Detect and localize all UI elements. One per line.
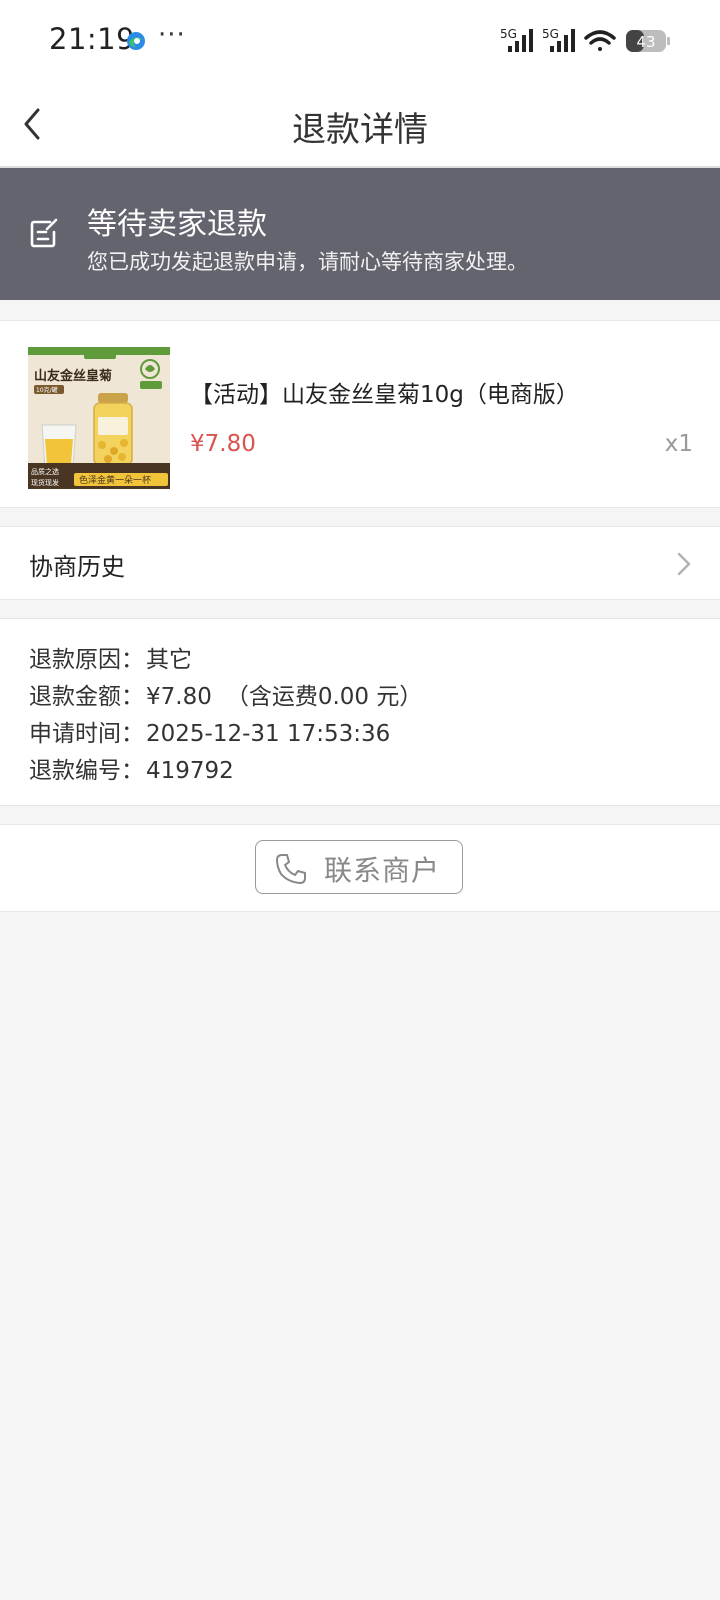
apply-time-label: 申请时间： <box>29 721 144 747</box>
edit-document-icon <box>30 218 58 248</box>
refund-reason-row: 退款原因：其它 <box>29 640 192 674</box>
product-price: ¥7.80 <box>190 431 256 457</box>
contact-merchant-label: 联系商户 <box>324 854 441 887</box>
product-quantity: x1 <box>664 431 693 457</box>
apply-time-row: 申请时间：2025-12-31 17:53:36 <box>29 714 390 748</box>
product-image-brand: 山友金丝皇菊 <box>34 368 112 384</box>
refund-info-card: 退款原因：其它 退款金额：¥7.80 （含运费0.00 元） 申请时间：2025-… <box>0 618 720 806</box>
apply-time-value: 2025-12-31 17:53:36 <box>146 721 391 747</box>
product-image: 山友金丝皇菊 10克/罐 品质之选 现货现发 色泽金黄一朵一杯 <box>28 347 170 489</box>
contact-merchant-button[interactable]: 联系商户 <box>255 840 463 894</box>
refund-amount-row: 退款金额：¥7.80 （含运费0.00 元） <box>29 677 422 711</box>
status-time: 21:19 <box>49 22 136 56</box>
refund-reason-value: 其它 <box>146 647 192 673</box>
status-subtitle: 您已成功发起退款申请，请耐心等待商家处理。 <box>87 250 528 274</box>
refund-number-label: 退款编号： <box>29 758 144 784</box>
chevron-right-icon <box>677 552 691 576</box>
refund-status-banner: 等待卖家退款 您已成功发起退款申请，请耐心等待商家处理。 <box>0 168 720 300</box>
contact-section: 联系商户 <box>0 824 720 912</box>
negotiation-history-label: 协商历史 <box>29 553 125 581</box>
product-image-slogan: 色泽金黄一朵一杯 <box>79 474 151 486</box>
refund-amount-note: （含运费0.00 元） <box>225 684 423 710</box>
phone-icon <box>276 854 306 884</box>
product-card[interactable]: 山友金丝皇菊 10克/罐 品质之选 现货现发 色泽金黄一朵一杯 【活动】山友金丝… <box>0 320 720 508</box>
product-image-tag1: 品质之选 <box>31 467 59 476</box>
product-name: 【活动】山友金丝皇菊10g（电商版） <box>190 382 579 408</box>
battery-icon: 43 <box>626 30 670 52</box>
navigation-header: 退款详情 <box>0 84 720 168</box>
refund-number-value: 419792 <box>146 758 234 784</box>
signal-5g-label-2: 5G <box>542 27 559 41</box>
browser-icon <box>127 32 145 50</box>
refund-reason-label: 退款原因： <box>29 647 144 673</box>
page-title: 退款详情 <box>292 110 428 150</box>
status-icons: 5G 5G 43 <box>500 27 670 52</box>
battery-level: 43 <box>636 33 655 51</box>
product-image-tag2: 现货现发 <box>31 478 59 487</box>
status-title: 等待卖家退款 <box>87 207 267 242</box>
refund-amount-value: ¥7.80 <box>146 684 212 710</box>
refund-number-row: 退款编号：419792 <box>29 751 234 785</box>
status-bar: 21:19 ··· 5G 5G 43 <box>0 0 720 84</box>
refund-amount-label: 退款金额： <box>29 684 144 710</box>
wifi-icon <box>584 30 616 51</box>
product-image-badge: 10克/罐 <box>36 386 58 394</box>
status-more-icon: ··· <box>158 20 186 50</box>
signal-5g-label: 5G <box>500 27 517 41</box>
negotiation-history-row[interactable]: 协商历史 <box>0 526 720 600</box>
